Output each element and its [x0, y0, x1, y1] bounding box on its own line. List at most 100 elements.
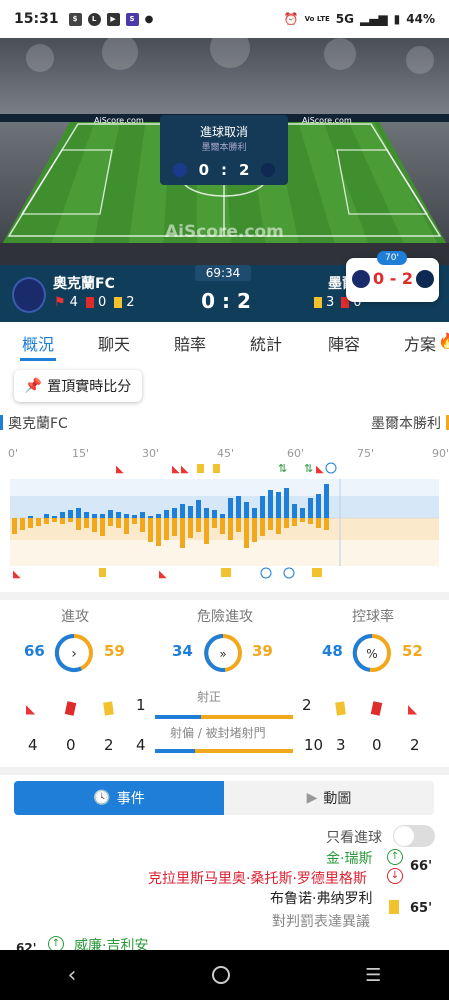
pin-icon: 📌: [24, 378, 43, 394]
home-color-bar: [0, 415, 3, 430]
yellow-card-icon: [335, 701, 346, 716]
on-target-home: 1: [136, 696, 146, 714]
on-target-bar: [155, 715, 293, 719]
tab-stats[interactable]: 統計: [250, 331, 282, 355]
away-momentum-bar: [148, 518, 153, 542]
home-corners-stat: 4: [28, 736, 38, 754]
corner-flag-icon: ◣: [172, 464, 180, 475]
back-icon[interactable]: ‹: [68, 963, 77, 988]
android-nav-bar: ‹ ☰: [0, 950, 449, 1000]
goal-icon: [283, 567, 295, 579]
dot-icon: ●: [144, 13, 154, 25]
tab-bar: 概況 聊天 賠率 統計 陣容 方案 🔥: [0, 322, 449, 362]
clock-icon: 🕓: [93, 790, 111, 806]
svg-text:»: »: [219, 647, 226, 661]
pitch-animation[interactable]: AiScore.com AiScore.com AiScore.com 進球取消…: [0, 38, 449, 265]
home-momentum-bar: [228, 498, 233, 518]
home-momentum-bar: [68, 510, 73, 518]
away-momentum-bar: [68, 518, 73, 522]
event-sub-out: 克拉里斯马里奥·桑托斯·罗德里格斯: [148, 871, 367, 887]
away-momentum-bar: [124, 518, 129, 534]
match-score: 0 : 2: [201, 289, 251, 313]
timeline-tick-label: 0': [8, 447, 18, 460]
match-clock: 69:34: [195, 265, 251, 281]
yellow-card-icon: [389, 900, 399, 914]
away-momentum-bar: [156, 518, 161, 546]
only-goals-toggle[interactable]: [393, 825, 435, 847]
home-red-stat: 0: [66, 736, 76, 754]
floating-score-widget[interactable]: 70' 0 - 2: [346, 251, 439, 302]
home-red: 0: [97, 295, 107, 310]
home-momentum-bar: [140, 512, 145, 518]
on-target-label: 射正: [197, 690, 222, 704]
home-team-label: 奧克蘭FC: [8, 416, 68, 432]
danger-ring: »: [204, 634, 242, 672]
tab-odds[interactable]: 賠率: [174, 331, 206, 355]
svg-text:›: ›: [71, 646, 77, 662]
home-momentum-bar: [76, 508, 81, 518]
momentum-timeline: 0' 15' 30' 45' 60' 75' 90' ◣ ◣ ◣ ⇅ ⇅ ◣ ◣ ◣: [0, 442, 449, 587]
stat-label-attack: 進攻: [61, 609, 89, 625]
away-momentum-bar: [132, 518, 137, 524]
on-target-away: 2: [302, 696, 312, 714]
home-team-name: 奧克蘭FC: [53, 276, 115, 292]
off-target-label: 射偏 / 被封堵射門: [170, 726, 266, 740]
away-momentum-bar: [52, 518, 57, 522]
tab-chat[interactable]: 聊天: [98, 331, 130, 355]
home-icon[interactable]: [211, 966, 230, 984]
recents-icon[interactable]: ☰: [365, 965, 381, 986]
battery-icon: ▮: [393, 12, 401, 26]
home-momentum-bar: [212, 510, 217, 518]
goal-cancelled-icon: [325, 462, 337, 474]
away-momentum-bar: [244, 518, 249, 548]
away-momentum-bar: [316, 518, 321, 528]
tab-lineup[interactable]: 陣容: [328, 331, 360, 355]
away-momentum-bar: [140, 518, 145, 532]
tab-events[interactable]: 🕓 事件: [14, 781, 224, 815]
home-momentum-bar: [180, 504, 185, 518]
away-momentum-bar: [100, 518, 105, 536]
substitution-icon: ⇅: [278, 462, 287, 475]
home-momentum-bar: [292, 504, 297, 518]
danger-away: 39: [252, 642, 273, 660]
corner-flag-icon: ◣: [408, 702, 418, 716]
substitution-icon: ⇅: [304, 462, 313, 475]
away-momentum-bar: [196, 518, 201, 532]
danger-home: 34: [172, 642, 193, 660]
stats-section: 進攻 危險進攻 控球率 66 › 59 34 » 39 48 % 52 ◣ ◣ …: [0, 592, 449, 767]
home-yellow-stat: 2: [104, 736, 114, 754]
notification-icon: $: [68, 12, 82, 26]
home-momentum-bar: [236, 496, 241, 518]
home-momentum-bar: [284, 488, 289, 518]
sub-out-icon: ↓: [387, 868, 403, 884]
corner-flag-icon: ◣: [13, 569, 21, 580]
away-momentum-bar: [308, 518, 313, 524]
attack-away: 59: [104, 642, 125, 660]
away-momentum-bar: [60, 518, 65, 524]
yellow-card-icon: [114, 297, 123, 308]
home-momentum-bar: [308, 498, 313, 518]
off-target-away: 10: [304, 736, 324, 754]
home-momentum-bar: [204, 508, 209, 518]
tab-plan[interactable]: 方案: [404, 331, 436, 355]
tab-overview[interactable]: 概況: [22, 331, 54, 355]
away-momentum-bar: [172, 518, 177, 536]
away-momentum-bar: [220, 518, 225, 534]
pin-live-score-button[interactable]: 📌 置頂實時比分: [14, 370, 142, 402]
goal-icon: [260, 567, 272, 579]
timeline-svg: 0' 15' 30' 45' 60' 75' 90' ◣ ◣ ◣ ⇅ ⇅ ◣ ◣ ◣: [8, 447, 449, 580]
away-momentum-bar: [76, 518, 81, 530]
home-logo-icon: [352, 270, 370, 288]
home-momentum-bar: [116, 512, 121, 518]
home-momentum-bar: [164, 510, 169, 518]
timeline-tick-label: 60': [287, 447, 304, 460]
away-momentum-bar: [276, 518, 281, 534]
yellow-card-icon: [197, 464, 204, 473]
event-minute: 66': [410, 859, 433, 874]
home-momentum-bar: [316, 494, 321, 518]
tab-animation[interactable]: ▶ 動圖: [224, 781, 434, 815]
home-momentum-bar: [220, 514, 225, 518]
home-momentum-bar: [148, 516, 153, 518]
battery-label: 44%: [406, 12, 435, 26]
home-momentum-bar: [132, 515, 137, 518]
